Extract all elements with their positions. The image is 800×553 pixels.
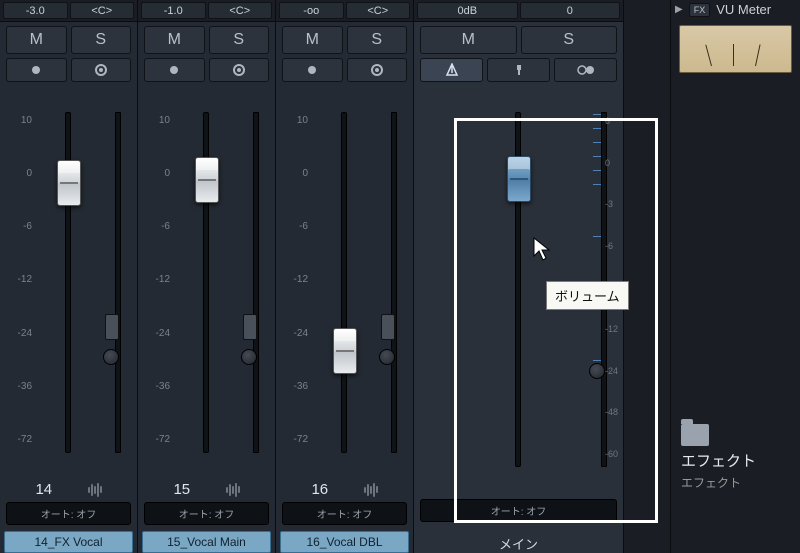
gain-value[interactable]: -3.0 bbox=[3, 2, 68, 19]
channel-name[interactable]: 14_FX Vocal bbox=[4, 531, 133, 553]
solo-button[interactable]: S bbox=[521, 26, 618, 54]
gain-value[interactable]: -oo bbox=[279, 2, 344, 19]
channel-number: 16 bbox=[311, 481, 328, 498]
meter-indicator bbox=[243, 314, 257, 340]
channel-strip: -1.0<C>MS 100-6-12-24-36-72 15 オート: オフ 15_Vo… bbox=[138, 0, 276, 553]
effects-title: エフェクト bbox=[681, 450, 790, 471]
channel-number: 14 bbox=[35, 481, 52, 498]
channel-strip: -3.0<C>MS 100-6-12-24-36-72 14 オート: オフ 14_FX… bbox=[0, 0, 138, 553]
meter-indicator bbox=[105, 314, 119, 340]
waveform-icon[interactable] bbox=[226, 483, 240, 497]
meter-indicator bbox=[381, 314, 395, 340]
mute-button[interactable]: M bbox=[282, 26, 343, 54]
gain-value[interactable]: 0dB bbox=[417, 2, 518, 19]
solo-button[interactable]: S bbox=[209, 26, 270, 54]
fader-handle[interactable] bbox=[195, 157, 219, 203]
metronome-icon[interactable] bbox=[420, 58, 483, 82]
fader-handle[interactable] bbox=[333, 328, 357, 374]
pan-knob[interactable] bbox=[103, 349, 119, 365]
mute-button[interactable]: M bbox=[6, 26, 67, 54]
mute-button[interactable]: M bbox=[420, 26, 517, 54]
pan-knob[interactable] bbox=[379, 349, 395, 365]
fader-handle[interactable] bbox=[507, 156, 531, 202]
pan-value[interactable]: <C> bbox=[70, 2, 135, 19]
automation-mode[interactable]: オート: オフ bbox=[6, 502, 131, 525]
solo-button[interactable]: S bbox=[71, 26, 132, 54]
channel-strip: -oo<C>MS 100-6-12-24-36-72 16 オート: オフ 16_Voc… bbox=[276, 0, 414, 553]
folder-icon[interactable] bbox=[681, 424, 709, 446]
gain-value[interactable]: -1.0 bbox=[141, 2, 206, 19]
pan-value[interactable]: 0 bbox=[520, 2, 621, 19]
pan-value[interactable]: <C> bbox=[208, 2, 273, 19]
mono-toggle-icon[interactable] bbox=[554, 58, 617, 82]
meter-scale: 60-3-6-9-12-24-48-60 bbox=[605, 116, 621, 459]
channel-name[interactable]: 16_Vocal DBL bbox=[280, 531, 409, 553]
main-channel: 0dB0MS 60-3-6-9-12-24-48-60 オート: オフメイン bbox=[414, 0, 624, 553]
channel-name[interactable]: 15_Vocal Main bbox=[142, 531, 271, 553]
fader-scale: 100-6-12-24-36-72 bbox=[8, 116, 32, 445]
waveform-icon[interactable] bbox=[364, 483, 378, 497]
fader-track[interactable] bbox=[341, 112, 347, 453]
record-icon[interactable] bbox=[6, 58, 67, 82]
pan-value[interactable]: <C> bbox=[346, 2, 411, 19]
channel-number: 15 bbox=[173, 481, 190, 498]
fx-badge: FX bbox=[689, 3, 711, 17]
mute-button[interactable]: M bbox=[144, 26, 205, 54]
effects-subtitle: エフェクト bbox=[681, 474, 790, 491]
record-icon[interactable] bbox=[144, 58, 205, 82]
fader-scale: 100-6-12-24-36-72 bbox=[146, 116, 170, 445]
level-meter bbox=[391, 112, 397, 453]
main-label: メイン bbox=[414, 524, 623, 553]
fader-handle[interactable] bbox=[57, 160, 81, 206]
monitor-icon[interactable] bbox=[71, 58, 132, 82]
pan-knob[interactable] bbox=[241, 349, 257, 365]
level-meter bbox=[115, 112, 121, 453]
solo-button[interactable]: S bbox=[347, 26, 408, 54]
vu-meter-preview[interactable] bbox=[679, 25, 792, 73]
automation-mode[interactable]: オート: オフ bbox=[144, 502, 269, 525]
monitor-icon[interactable] bbox=[347, 58, 408, 82]
waveform-icon[interactable] bbox=[88, 483, 102, 497]
fader-scale: 100-6-12-24-36-72 bbox=[284, 116, 308, 445]
level-meter bbox=[253, 112, 259, 453]
plugin-label: VU Meter bbox=[716, 2, 771, 17]
record-icon[interactable] bbox=[282, 58, 343, 82]
phase-icon[interactable] bbox=[487, 58, 550, 82]
pan-knob[interactable] bbox=[589, 363, 605, 379]
monitor-icon[interactable] bbox=[209, 58, 270, 82]
disclosure-triangle-icon[interactable]: ▶ bbox=[675, 4, 683, 15]
automation-mode[interactable]: オート: オフ bbox=[420, 499, 617, 522]
automation-mode[interactable]: オート: オフ bbox=[282, 502, 407, 525]
